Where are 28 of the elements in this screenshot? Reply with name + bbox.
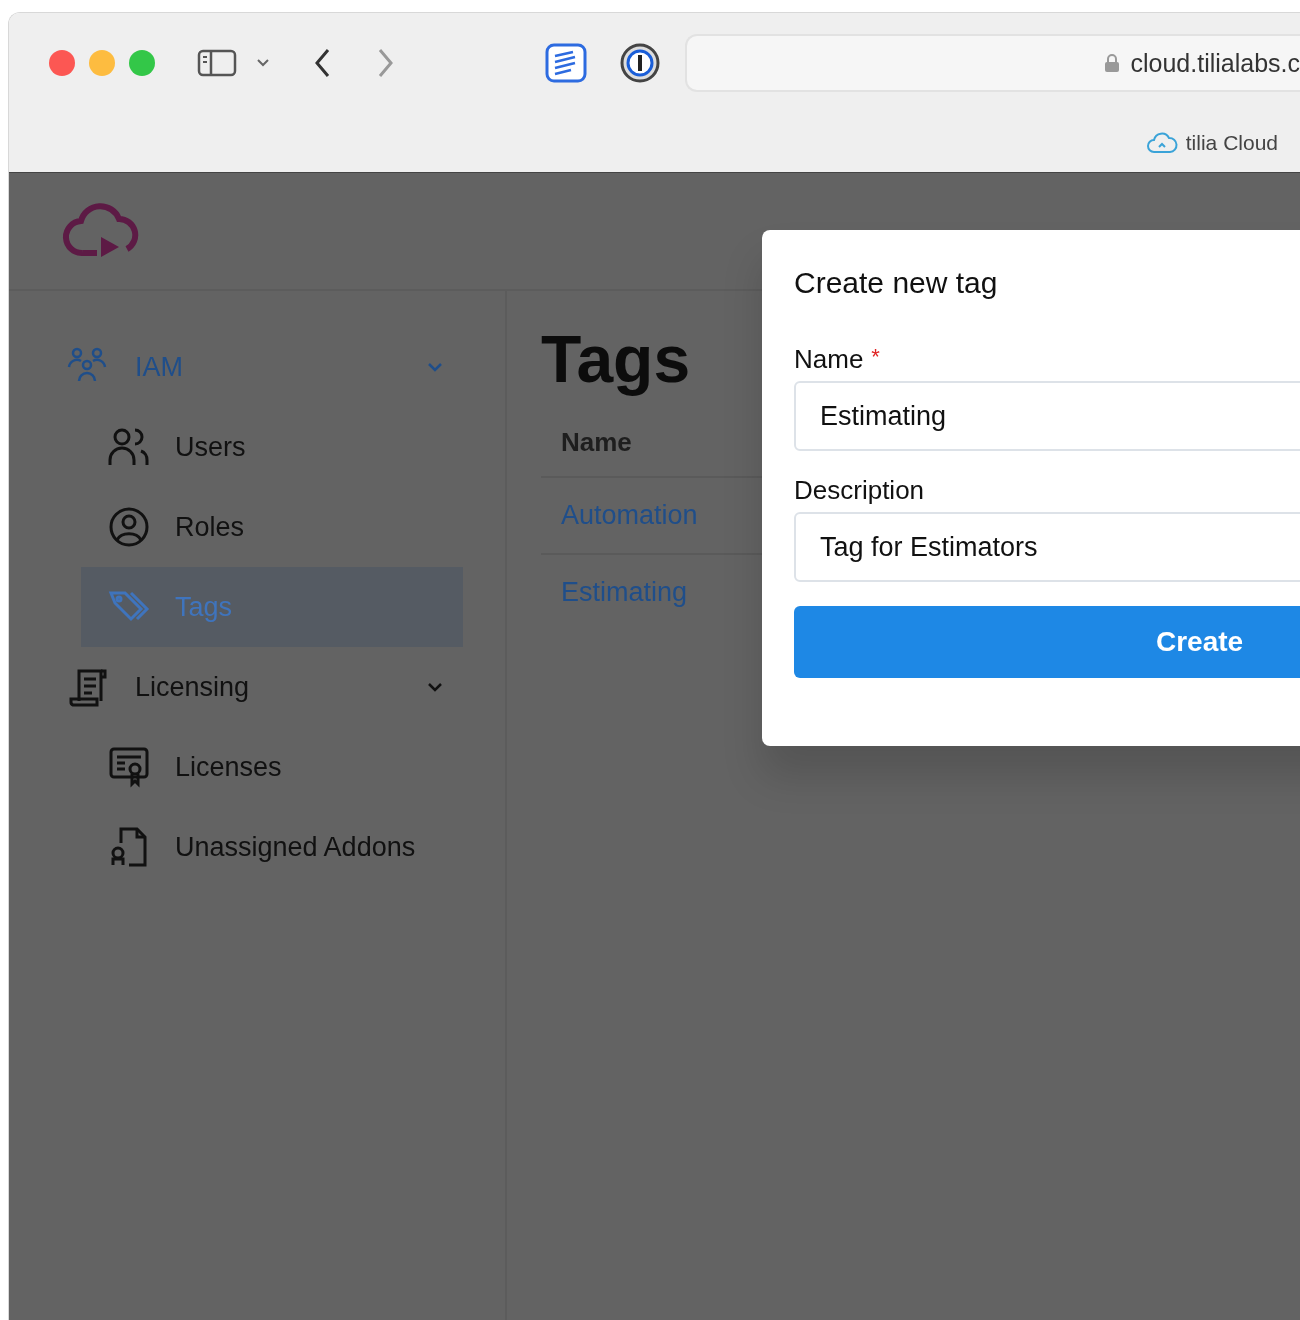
column-header: Name: [561, 427, 632, 457]
nav-item[interactable]: Users: [81, 407, 463, 487]
certificate-icon: [107, 745, 151, 789]
input-field[interactable]: Tag for Estimators: [794, 512, 1300, 582]
address-bar[interactable]: cloud.tilialabs.c: [685, 34, 1300, 92]
password-extension-icon[interactable]: [619, 42, 661, 84]
dialog-title: Create new tag: [794, 266, 999, 300]
notebook-extension-icon[interactable]: [545, 43, 587, 83]
cloud-icon: [1145, 130, 1178, 155]
chevron-icon: [425, 360, 445, 374]
nav-item[interactable]: Licenses: [81, 727, 463, 807]
sidebar-toggle-icon[interactable]: [197, 48, 237, 78]
required-mark: *: [871, 344, 880, 371]
chevron-icon: [425, 680, 445, 694]
user-circle-icon: [107, 505, 151, 549]
chevron-down-icon[interactable]: [255, 57, 271, 69]
field-label: Description: [794, 475, 925, 506]
field-label: Name: [794, 344, 864, 375]
create-button[interactable]: Create: [794, 606, 1300, 678]
nav-group[interactable]: Licensing: [67, 647, 457, 727]
browser-tab[interactable]: tilia Cloud: [1145, 130, 1278, 155]
url-text: cloud.tilialabs.c: [1130, 48, 1300, 78]
close-button[interactable]: [49, 50, 75, 76]
input-field[interactable]: Estimating: [794, 381, 1300, 451]
nav-item[interactable]: Roles: [81, 487, 463, 567]
lock-icon: [1104, 53, 1121, 73]
nav-item[interactable]: Unassigned Addons: [81, 807, 463, 887]
page-title: Tags: [541, 321, 691, 397]
